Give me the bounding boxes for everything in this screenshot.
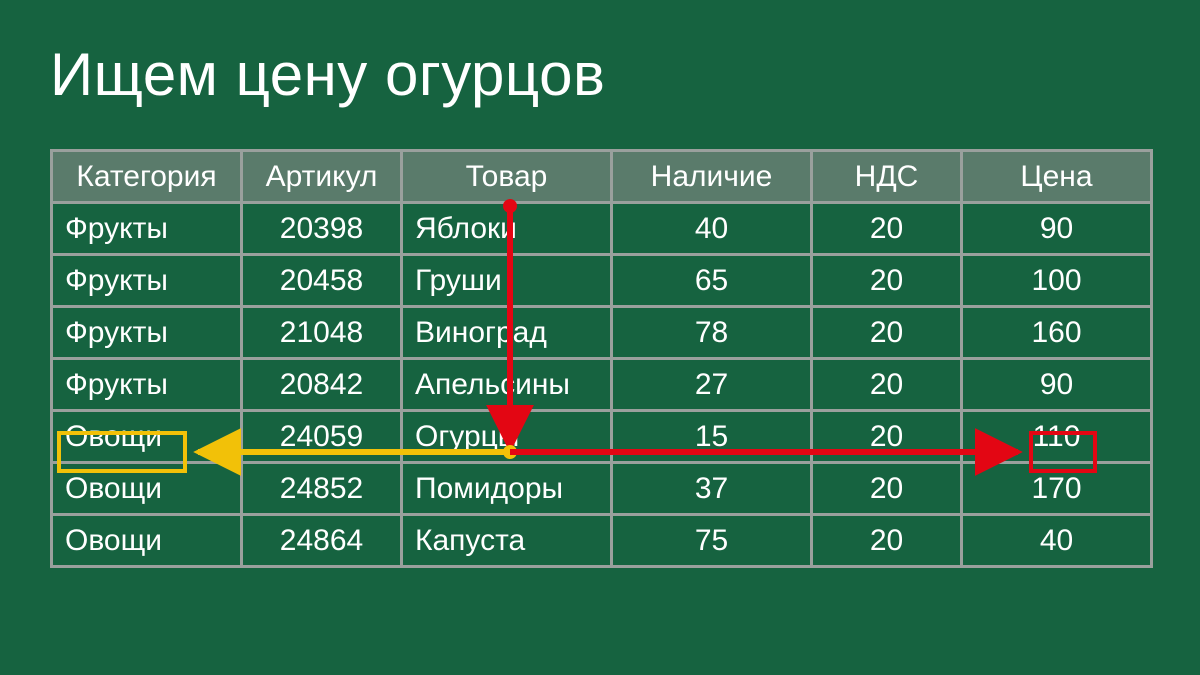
table-header-row: Категория Артикул Товар Наличие НДС Цена bbox=[52, 151, 1152, 203]
slide-title: Ищем цену огурцов bbox=[50, 40, 1150, 109]
cell-price: 100 bbox=[962, 255, 1152, 307]
cell-product: Яблоки bbox=[402, 203, 612, 255]
cell-category: Фрукты bbox=[52, 203, 242, 255]
table-row: Фрукты 20398 Яблоки 40 20 90 bbox=[52, 203, 1152, 255]
cell-category-highlight: Овощи bbox=[52, 411, 242, 463]
col-header-product: Товар bbox=[402, 151, 612, 203]
cell-price: 90 bbox=[962, 359, 1152, 411]
cell-sku: 24864 bbox=[242, 515, 402, 567]
cell-sku: 21048 bbox=[242, 307, 402, 359]
cell-price: 170 bbox=[962, 463, 1152, 515]
cell-category: Фрукты bbox=[52, 307, 242, 359]
cell-category: Фрукты bbox=[52, 255, 242, 307]
col-header-category: Категория bbox=[52, 151, 242, 203]
table-row: Фрукты 20842 Апельсины 27 20 90 bbox=[52, 359, 1152, 411]
cell-product: Апельсины bbox=[402, 359, 612, 411]
cell-stock: 37 bbox=[612, 463, 812, 515]
cell-product: Помидоры bbox=[402, 463, 612, 515]
cell-vat: 20 bbox=[812, 307, 962, 359]
table-row: Фрукты 21048 Виноград 78 20 160 bbox=[52, 307, 1152, 359]
cell-price: 90 bbox=[962, 203, 1152, 255]
cell-product: Груши bbox=[402, 255, 612, 307]
slide: Ищем цену огурцов Категория Артикул Това… bbox=[0, 0, 1200, 675]
cell-sku: 20458 bbox=[242, 255, 402, 307]
data-table: Категория Артикул Товар Наличие НДС Цена… bbox=[50, 149, 1153, 568]
table-row: Овощи 24864 Капуста 75 20 40 bbox=[52, 515, 1152, 567]
cell-vat: 20 bbox=[812, 463, 962, 515]
cell-category: Овощи bbox=[52, 515, 242, 567]
col-header-stock: Наличие bbox=[612, 151, 812, 203]
cell-stock: 78 bbox=[612, 307, 812, 359]
cell-product: Огурцы bbox=[402, 411, 612, 463]
cell-sku: 24059 bbox=[242, 411, 402, 463]
table-row-highlighted: Овощи 24059 Огурцы 15 20 110 bbox=[52, 411, 1152, 463]
cell-sku: 20842 bbox=[242, 359, 402, 411]
cell-stock: 75 bbox=[612, 515, 812, 567]
cell-product: Капуста bbox=[402, 515, 612, 567]
cell-price-highlight: 110 bbox=[962, 411, 1152, 463]
table-row: Овощи 24852 Помидоры 37 20 170 bbox=[52, 463, 1152, 515]
cell-vat: 20 bbox=[812, 359, 962, 411]
cell-category: Овощи bbox=[52, 463, 242, 515]
cell-price: 40 bbox=[962, 515, 1152, 567]
cell-stock: 40 bbox=[612, 203, 812, 255]
cell-sku: 24852 bbox=[242, 463, 402, 515]
cell-price: 160 bbox=[962, 307, 1152, 359]
cell-vat: 20 bbox=[812, 411, 962, 463]
table-row: Фрукты 20458 Груши 65 20 100 bbox=[52, 255, 1152, 307]
col-header-sku: Артикул bbox=[242, 151, 402, 203]
cell-sku: 20398 bbox=[242, 203, 402, 255]
cell-product: Виноград bbox=[402, 307, 612, 359]
cell-vat: 20 bbox=[812, 515, 962, 567]
col-header-vat: НДС bbox=[812, 151, 962, 203]
cell-stock: 15 bbox=[612, 411, 812, 463]
cell-vat: 20 bbox=[812, 255, 962, 307]
col-header-price: Цена bbox=[962, 151, 1152, 203]
cell-stock: 65 bbox=[612, 255, 812, 307]
cell-stock: 27 bbox=[612, 359, 812, 411]
cell-category: Фрукты bbox=[52, 359, 242, 411]
cell-vat: 20 bbox=[812, 203, 962, 255]
